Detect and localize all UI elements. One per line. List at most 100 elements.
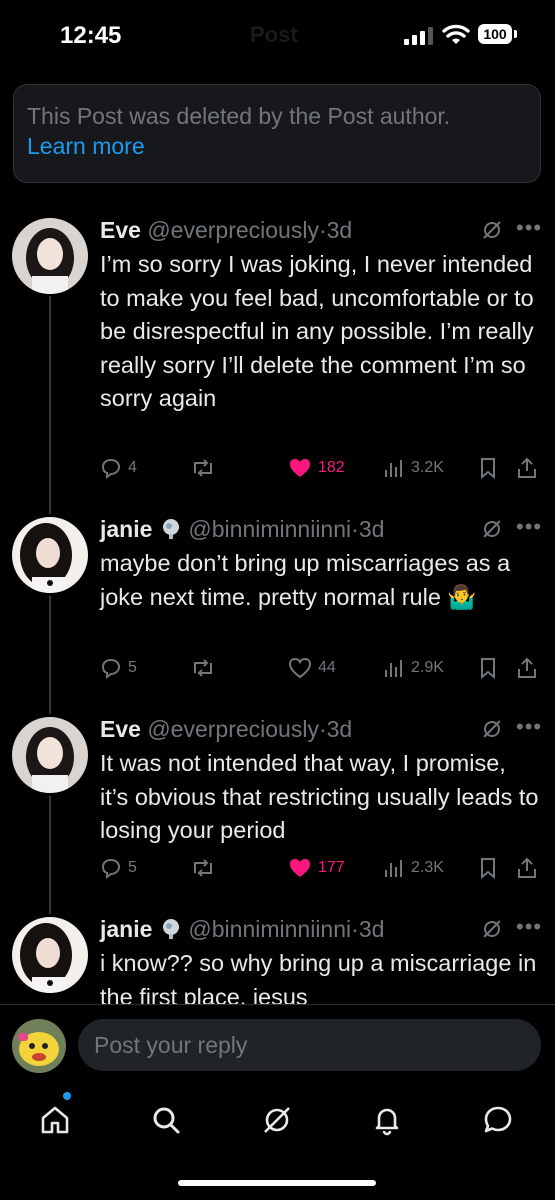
my-avatar[interactable] <box>12 1019 66 1073</box>
reply-icon <box>101 658 121 679</box>
unread-indicator <box>63 1092 71 1100</box>
bookmark-icon <box>481 858 495 879</box>
post-text: It was not intended that way, I promise,… <box>100 750 539 843</box>
display-name[interactable]: Eve <box>100 716 141 742</box>
separator-dot: · <box>351 516 359 542</box>
view-count: 3.2K <box>411 459 444 476</box>
bookmark-icon <box>481 658 495 679</box>
nav-notifications[interactable] <box>367 1100 407 1140</box>
reply-count: 5 <box>128 859 137 876</box>
like-count: 177 <box>318 859 345 876</box>
bookmark-icon <box>481 458 495 479</box>
like-button[interactable]: 182 <box>288 455 345 481</box>
grok-icon <box>264 1107 290 1133</box>
post-text: maybe don’t bring up miscarriages as a j… <box>100 550 511 610</box>
post-actions: 4 182 3.2K <box>100 455 545 481</box>
post-actions: 5 44 2.9K <box>100 655 545 681</box>
status-bar: 12:45 Post 100 <box>0 0 555 72</box>
user-handle[interactable]: @everpreciously <box>147 217 319 243</box>
views-button[interactable]: 3.2K <box>383 455 444 481</box>
post-age: 3d <box>326 716 353 742</box>
grok-icon[interactable] <box>482 719 502 739</box>
notifications-icon <box>375 1108 399 1136</box>
more-options-icon[interactable]: ••• <box>516 215 542 241</box>
home-icon <box>41 1106 69 1134</box>
bookmark-button[interactable] <box>478 455 498 481</box>
deleted-message: This Post was deleted by the Post author… <box>27 103 451 129</box>
heart-filled-icon <box>290 459 310 477</box>
post-text: I’m so sorry I was joking, I never inten… <box>100 251 534 411</box>
post-header: janie @binniminniinni·3d <box>100 514 384 544</box>
post-text: i know?? so why bring up a miscarriage i… <box>100 950 537 1004</box>
view-count: 2.3K <box>411 859 444 876</box>
avatar[interactable] <box>12 218 88 294</box>
post[interactable]: janie @binniminniinni·3d ••• maybe don’t … <box>0 514 555 694</box>
post[interactable]: janie @binniminniinni·3d ••• i know?? so … <box>0 914 555 1004</box>
share-button[interactable] <box>516 655 538 681</box>
repost-button[interactable] <box>190 655 216 681</box>
grok-icon[interactable] <box>482 919 502 939</box>
avatar[interactable] <box>12 517 88 593</box>
more-options-icon[interactable]: ••• <box>516 714 542 740</box>
display-name[interactable]: janie <box>100 516 152 542</box>
view-count: 2.9K <box>411 659 444 676</box>
post-header: Eve @everpreciously·3d <box>100 215 352 245</box>
post-actions: 5 177 2.3K <box>100 855 545 881</box>
share-button[interactable] <box>516 455 538 481</box>
avatar[interactable] <box>12 717 88 793</box>
post-age: 3d <box>358 916 385 942</box>
views-button[interactable]: 2.3K <box>383 855 444 881</box>
grok-icon[interactable] <box>482 220 502 240</box>
post-age: 3d <box>358 516 385 542</box>
nav-search[interactable] <box>146 1100 186 1140</box>
repost-icon <box>194 659 212 677</box>
views-button[interactable]: 2.9K <box>383 655 444 681</box>
battery-nub <box>514 30 517 38</box>
user-handle[interactable]: @binniminniinni <box>188 916 351 942</box>
reply-button[interactable]: 5 <box>100 855 137 881</box>
reply-button[interactable]: 4 <box>100 455 137 481</box>
share-icon <box>518 857 536 878</box>
bookmark-button[interactable] <box>478 855 498 881</box>
avatar[interactable] <box>12 917 88 993</box>
cellular-signal-icon <box>404 27 433 45</box>
reply-icon <box>101 458 121 479</box>
wifi-icon <box>442 24 470 44</box>
messages-icon <box>484 1106 512 1133</box>
user-handle[interactable]: @binniminniinni <box>188 516 351 542</box>
repost-button[interactable] <box>190 855 216 881</box>
repost-icon <box>194 859 212 877</box>
grok-icon[interactable] <box>482 519 502 539</box>
separator-dot: · <box>351 916 359 942</box>
battery-icon: 100 <box>478 24 512 44</box>
profile-emoji-icon <box>163 519 180 539</box>
deleted-post-notice: This Post was deleted by the Post author… <box>13 84 541 183</box>
learn-more-link[interactable]: Learn more <box>27 131 527 161</box>
like-button[interactable]: 44 <box>288 655 336 681</box>
reply-icon <box>101 858 121 879</box>
reply-button[interactable]: 5 <box>100 655 137 681</box>
like-button[interactable]: 177 <box>288 855 345 881</box>
reply-composer <box>0 1004 555 1083</box>
display-name[interactable]: janie <box>100 916 152 942</box>
post[interactable]: Eve @everpreciously·3d ••• It was not in… <box>0 714 555 894</box>
repost-button[interactable] <box>190 455 216 481</box>
more-options-icon[interactable]: ••• <box>516 914 542 940</box>
share-button[interactable] <box>516 855 538 881</box>
nav-grok[interactable] <box>257 1100 297 1140</box>
bookmark-button[interactable] <box>478 655 498 681</box>
nav-messages[interactable] <box>478 1100 518 1140</box>
page-title: Post <box>250 22 298 47</box>
more-options-icon[interactable]: ••• <box>516 514 542 540</box>
like-count: 182 <box>318 459 345 476</box>
nav-home[interactable] <box>35 1100 75 1140</box>
like-count: 44 <box>318 659 336 676</box>
views-icon <box>385 660 402 677</box>
user-handle[interactable]: @everpreciously <box>147 716 319 742</box>
display-name[interactable]: Eve <box>100 217 141 243</box>
search-icon <box>153 1107 180 1134</box>
reply-count: 5 <box>128 659 137 676</box>
post[interactable]: Eve @everpreciously·3d ••• I’m so sorry … <box>0 215 555 485</box>
post-header: janie @binniminniinni·3d <box>100 914 384 944</box>
reply-input[interactable] <box>78 1019 541 1071</box>
